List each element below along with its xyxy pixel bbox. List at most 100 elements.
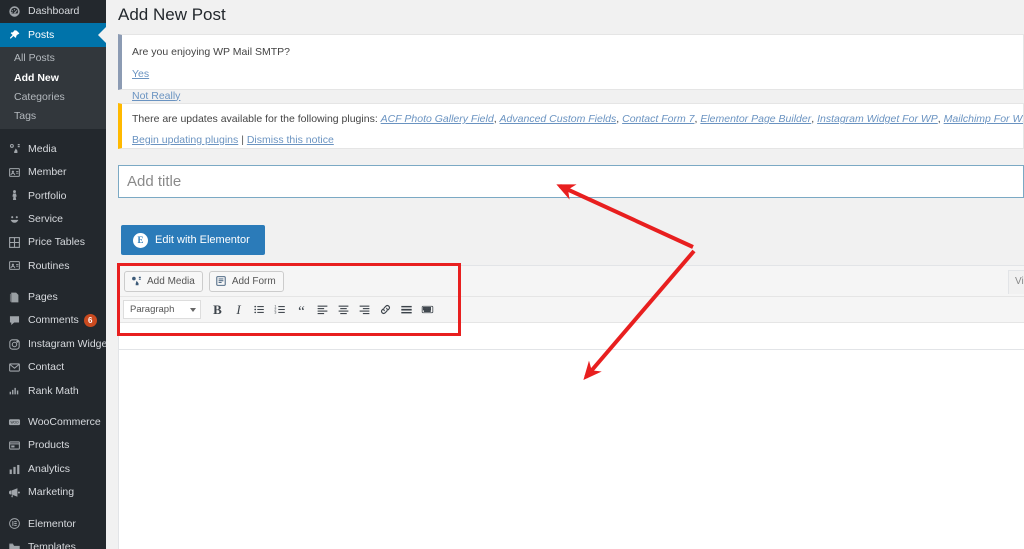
dashboard-icon	[7, 5, 21, 19]
add-form-label: Add Form	[231, 275, 276, 287]
edit-with-elementor-button[interactable]: E Edit with Elementor	[121, 225, 265, 255]
plugin-update-link[interactable]: ACF Photo Gallery Field	[381, 113, 494, 125]
sidebar-separator	[0, 403, 106, 411]
plugin-links-list: ACF Photo Gallery Field, Advanced Custom…	[381, 113, 1023, 125]
sidebar-item-label: Posts	[28, 28, 55, 41]
post-title-wrap	[118, 165, 1024, 199]
sidebar-item-posts[interactable]: Posts	[0, 23, 106, 47]
plugin-updates-actions: Begin updating plugins | Dismiss this no…	[132, 132, 1013, 148]
classic-editor: Add Media Add Form Paragraph B I 123 “	[118, 265, 1024, 350]
sidebar-item-analytics[interactable]: Analytics	[0, 457, 106, 480]
sidebar-item-label: Media	[28, 142, 57, 155]
sidebar-item-instagram-widget[interactable]: Instagram Widget	[0, 332, 106, 355]
editor-toolbar: Paragraph B I 123 “	[119, 297, 1024, 323]
elementor-icon	[7, 517, 21, 531]
sidebar-item-label: Templates	[28, 540, 76, 549]
read-more-icon[interactable]	[396, 299, 417, 320]
smtp-not-really-link[interactable]: Not Really	[132, 88, 180, 105]
media-buttons-bar: Add Media Add Form	[119, 266, 1024, 297]
sidebar-item-dashboard[interactable]: Dashboard	[0, 0, 106, 23]
italic-icon[interactable]: I	[228, 299, 249, 320]
page-title: Add New Post	[118, 5, 226, 24]
wordpress-admin-screen: Dashboard Posts All Posts Add New Catego…	[0, 0, 1024, 549]
smtp-yes-link[interactable]: Yes	[132, 66, 149, 83]
align-center-icon[interactable]	[333, 299, 354, 320]
sidebar-item-label: Rank Math	[28, 384, 79, 397]
member-icon	[7, 165, 21, 179]
add-media-label: Add Media	[147, 275, 195, 287]
visual-tab[interactable]: Vis	[1008, 270, 1024, 294]
sidebar-item-woocommerce[interactable]: WOO WooCommerce	[0, 411, 106, 434]
sidebar-item-label: Member	[28, 166, 67, 179]
media-icon	[7, 142, 21, 156]
align-left-icon[interactable]	[312, 299, 333, 320]
align-right-icon[interactable]	[354, 299, 375, 320]
sidebar-item-comments[interactable]: Comments 6	[0, 309, 106, 332]
sidebar-item-label: Service	[28, 212, 64, 225]
routines-icon	[7, 259, 21, 273]
editor-text-area[interactable]	[119, 323, 1024, 349]
sidebar-item-label: Dashboard	[28, 5, 80, 18]
toolbar-toggle-icon[interactable]	[417, 299, 438, 320]
begin-updating-plugins-link[interactable]: Begin updating plugins	[132, 134, 238, 146]
sidebar-item-label: Price Tables	[28, 236, 86, 249]
sidebar-item-portfolio[interactable]: Portfolio	[0, 184, 106, 207]
add-media-button[interactable]: Add Media	[124, 270, 203, 292]
sidebar-item-price-tables[interactable]: Price Tables	[0, 231, 106, 254]
smtp-yes-link-text[interactable]: Yes	[132, 68, 149, 80]
plugin-update-link[interactable]: Mailchimp For WP	[944, 113, 1023, 125]
sidebar-item-elementor[interactable]: Elementor	[0, 512, 106, 535]
submenu-item-add-new[interactable]: Add New	[0, 68, 106, 87]
sidebar-item-label: Elementor	[28, 517, 76, 530]
blockquote-icon[interactable]: “	[291, 299, 312, 320]
comment-icon	[7, 314, 21, 328]
sidebar-item-products[interactable]: Products	[0, 434, 106, 457]
plugin-update-link[interactable]: Elementor Page Builder	[700, 113, 811, 125]
bold-icon[interactable]: B	[207, 299, 228, 320]
posts-submenu: All Posts Add New Categories Tags	[0, 46, 106, 130]
comments-count-badge: 6	[83, 314, 97, 328]
sidebar-item-service[interactable]: Service	[0, 207, 106, 230]
svg-text:3: 3	[274, 311, 276, 315]
insert-link-icon[interactable]	[375, 299, 396, 320]
woocommerce-icon: WOO	[7, 415, 21, 429]
dismiss-notice-link[interactable]: Dismiss this notice	[247, 134, 334, 146]
action-separator: |	[241, 133, 244, 146]
sidebar-item-marketing[interactable]: Marketing	[0, 481, 106, 504]
elementor-logo-icon: E	[133, 232, 148, 248]
sidebar-item-routines[interactable]: Routines	[0, 254, 106, 277]
editor-canvas-area[interactable]	[118, 330, 1024, 549]
edit-with-elementor-label: Edit with Elementor	[155, 234, 250, 246]
post-title-input[interactable]	[118, 165, 1024, 199]
sidebar-item-label: Comments	[28, 314, 79, 327]
sidebar-item-member[interactable]: Member	[0, 161, 106, 184]
sidebar-item-label: Routines	[28, 259, 70, 272]
sidebar-item-pages[interactable]: Pages	[0, 286, 106, 309]
plugin-update-link[interactable]: Contact Form 7	[622, 113, 694, 125]
smtp-not-really-link-text[interactable]: Not Really	[132, 90, 180, 102]
sidebar-item-label: Instagram Widget	[28, 337, 106, 350]
admin-sidebar: Dashboard Posts All Posts Add New Catego…	[0, 0, 106, 549]
grid-icon	[7, 236, 21, 250]
smtp-notice-question: Are you enjoying WP Mail SMTP?	[132, 46, 290, 59]
submenu-item-all-posts[interactable]: All Posts	[0, 49, 106, 68]
bulleted-list-icon[interactable]	[249, 299, 270, 320]
sidebar-item-label: Marketing	[28, 486, 75, 499]
plugin-update-link[interactable]: Instagram Widget For WP	[817, 113, 938, 125]
sidebar-item-contact[interactable]: Contact	[0, 356, 106, 379]
add-form-icon	[215, 275, 227, 287]
paragraph-format-select[interactable]: Paragraph	[123, 300, 201, 319]
add-media-icon	[130, 275, 142, 287]
sidebar-item-label: WooCommerce	[28, 416, 101, 429]
plugin-update-link[interactable]: Advanced Custom Fields	[500, 113, 617, 125]
sidebar-item-media[interactable]: Media	[0, 137, 106, 160]
sidebar-item-templates[interactable]: Templates	[0, 536, 106, 549]
submenu-item-tags[interactable]: Tags	[0, 107, 106, 126]
envelope-icon	[7, 360, 21, 374]
submenu-item-categories[interactable]: Categories	[0, 88, 106, 107]
add-form-button[interactable]: Add Form	[208, 270, 284, 292]
sidebar-separator	[0, 129, 106, 137]
sidebar-item-rank-math[interactable]: Rank Math	[0, 379, 106, 402]
numbered-list-icon[interactable]: 123	[270, 299, 291, 320]
smtp-feedback-notice: Are you enjoying WP Mail SMTP? Yes Not R…	[118, 34, 1024, 102]
